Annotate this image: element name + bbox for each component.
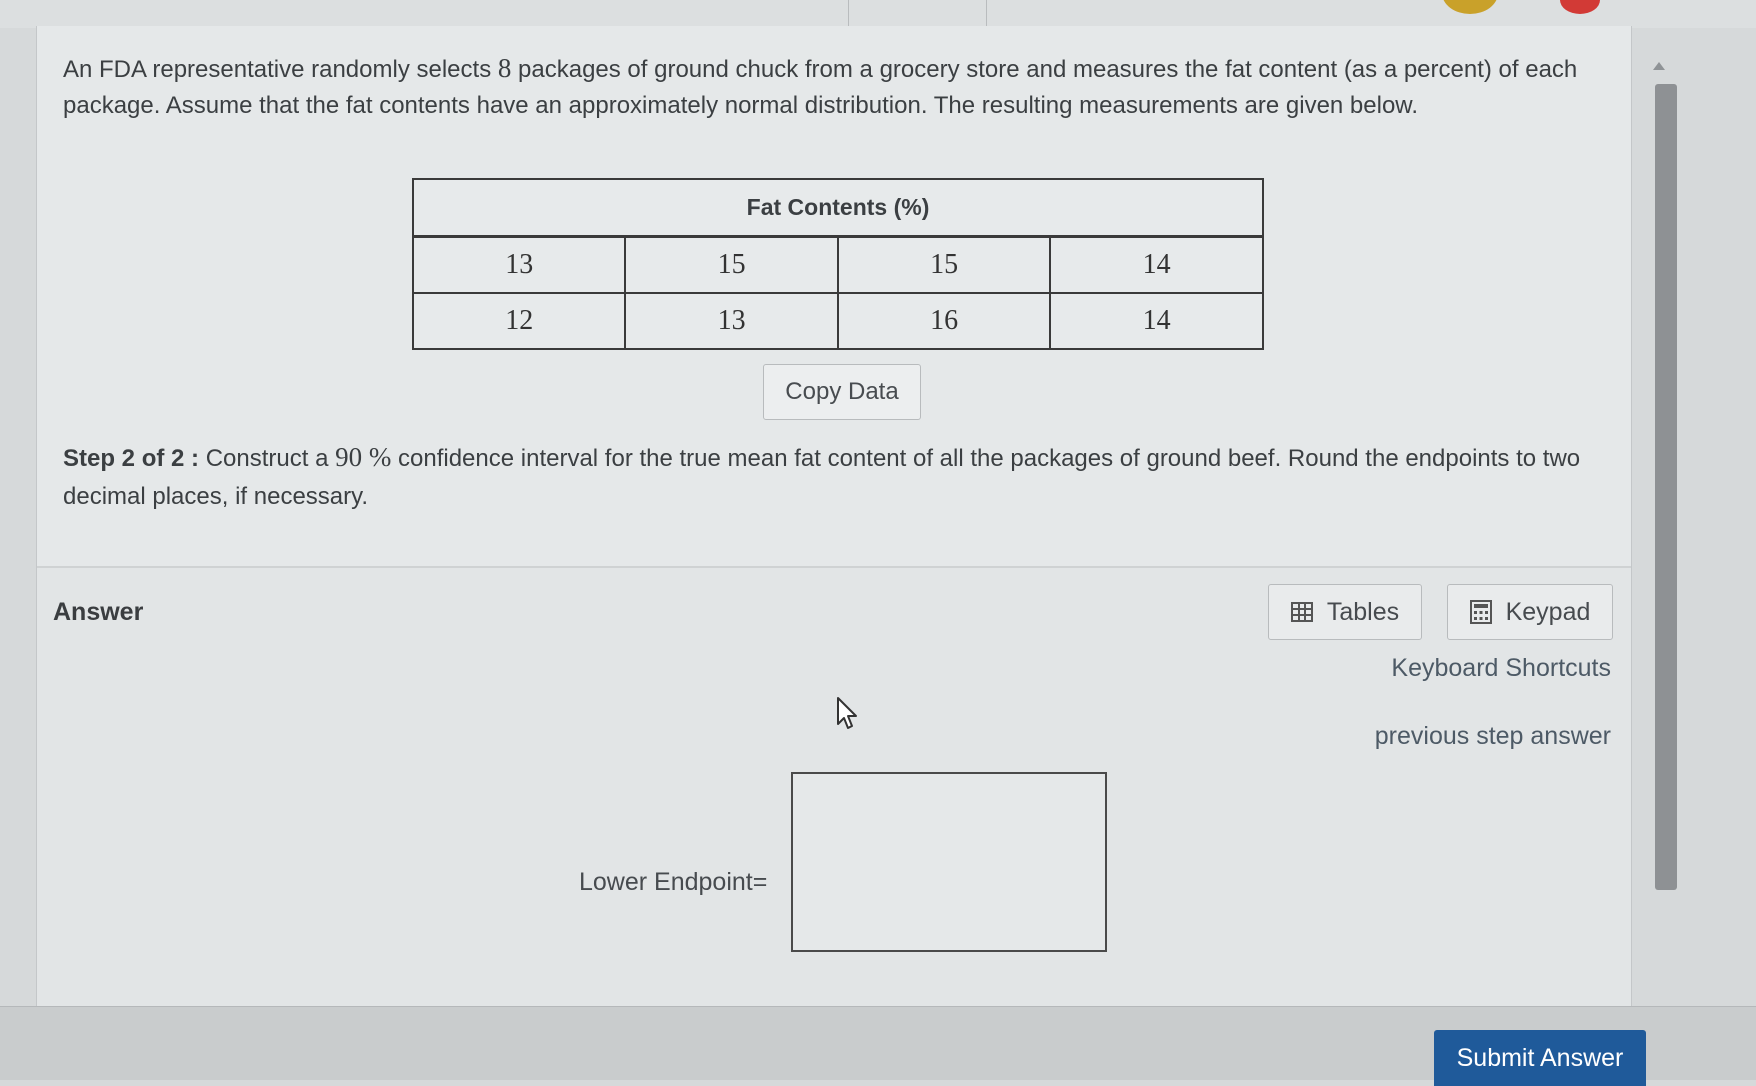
- table-cell: 12: [411, 292, 627, 350]
- tab-divider: [848, 0, 849, 26]
- tab-divider: [986, 0, 987, 26]
- fat-contents-table: Fat Contents (%) 13 15 15 14 12 13 16 14: [411, 178, 1264, 350]
- confidence-level: 90 %: [335, 442, 392, 472]
- copy-data-button[interactable]: Copy Data: [763, 364, 921, 420]
- table-row: 12 13 16 14: [411, 292, 1264, 350]
- answer-section: Answer Tables Keypad Keyboard Shortcuts …: [37, 566, 1631, 1046]
- avatar[interactable]: [1442, 0, 1498, 14]
- table-grid-icon: [1290, 602, 1313, 622]
- table-cell: 13: [624, 292, 839, 350]
- answer-label: Answer: [53, 598, 144, 626]
- scrollbar-thumb[interactable]: [1655, 84, 1677, 890]
- tables-button[interactable]: Tables: [1268, 584, 1422, 640]
- submit-answer-button[interactable]: Submit Answer: [1434, 1030, 1646, 1086]
- previous-step-answer-link[interactable]: previous step answer: [1375, 722, 1611, 751]
- problem-statement: An FDA representative randomly selects 8…: [63, 50, 1623, 124]
- table-cell: 16: [836, 292, 1052, 350]
- mouse-pointer-icon: [836, 696, 860, 735]
- problem-text-before: An FDA representative randomly selects: [63, 56, 498, 83]
- top-strip: [0, 0, 1756, 28]
- table-row: 13 15 15 14: [411, 235, 1264, 294]
- sample-size: 8: [497, 53, 512, 83]
- keyboard-shortcuts-link[interactable]: Keyboard Shortcuts: [1391, 654, 1611, 683]
- keypad-button[interactable]: Keypad: [1447, 584, 1613, 640]
- step-instructions: Step 2 of 2 : Construct a 90 % confidenc…: [63, 438, 1603, 516]
- calculator-icon: [1469, 600, 1492, 624]
- table-cell: 15: [624, 235, 839, 294]
- step-text-before: Construct a: [199, 445, 336, 472]
- table-header: Fat Contents (%): [412, 178, 1264, 238]
- question-section: An FDA representative randomly selects 8…: [37, 26, 1631, 566]
- lower-endpoint-input[interactable]: [791, 772, 1107, 952]
- tables-button-label: Tables: [1326, 597, 1400, 626]
- table-header-row: Fat Contents (%): [412, 178, 1264, 238]
- step-label: Step 2 of 2 :: [63, 445, 200, 472]
- heart-icon[interactable]: [1560, 0, 1600, 14]
- table-cell: 15: [836, 235, 1052, 294]
- scroll-up-arrow-icon[interactable]: [1653, 62, 1665, 70]
- keypad-button-label: Keypad: [1505, 597, 1591, 626]
- scrollbar[interactable]: [1641, 56, 1679, 1024]
- table-cell: 14: [1049, 235, 1264, 294]
- question-panel: An FDA representative randomly selects 8…: [36, 26, 1679, 1046]
- table-cell: 13: [411, 235, 627, 294]
- table-cell: 14: [1049, 292, 1264, 350]
- lower-endpoint-label: Lower Endpoint=: [579, 868, 768, 896]
